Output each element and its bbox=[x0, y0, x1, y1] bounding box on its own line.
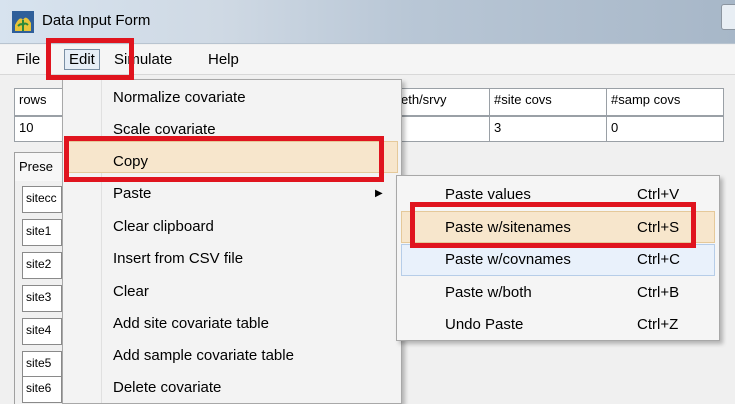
menu-item-paste-w-covnames[interactable]: Paste w/covnames Ctrl+C bbox=[397, 244, 719, 276]
samp-covs-value: 0 bbox=[611, 120, 619, 135]
depth-header-label: eth/srvy bbox=[401, 92, 447, 107]
menu-item-paste-w-both[interactable]: Paste w/both Ctrl+B bbox=[397, 277, 719, 309]
plant-icon bbox=[12, 11, 34, 33]
tab-present[interactable]: Prese bbox=[14, 152, 66, 182]
menu-item-clear-clipboard[interactable]: Clear clipboard bbox=[63, 211, 401, 243]
rows-header-label: rows bbox=[19, 92, 47, 107]
tab-present-label: Prese bbox=[19, 159, 53, 174]
menu-item-label: Paste w/covnames bbox=[445, 251, 571, 268]
menu-item-clear[interactable]: Clear bbox=[63, 276, 401, 308]
samp-covs-field[interactable]: 0 bbox=[606, 116, 724, 142]
annotation-box-paste-w-sitenames bbox=[410, 202, 696, 248]
menu-item-label: Undo Paste bbox=[445, 316, 524, 333]
menu-item-shortcut: Ctrl+B bbox=[637, 284, 680, 301]
menu-item-shortcut: Ctrl+C bbox=[637, 251, 680, 268]
row-label[interactable]: site2 bbox=[22, 252, 62, 279]
menu-item-paste[interactable]: Paste ▶ bbox=[63, 178, 401, 210]
site-covs-value: 3 bbox=[494, 120, 502, 135]
window-title: Data Input Form bbox=[42, 12, 151, 29]
edit-menu: Normalize covariate Scale covariate Copy… bbox=[62, 79, 402, 404]
depth-field[interactable] bbox=[396, 116, 490, 142]
depth-header: eth/srvy bbox=[396, 88, 490, 116]
menu-item-paste-label: Paste bbox=[113, 185, 152, 202]
row-label[interactable]: site4 bbox=[22, 318, 62, 345]
site-covs-field[interactable]: 3 bbox=[489, 116, 607, 142]
menu-item-label: Paste w/both bbox=[445, 284, 532, 301]
samp-covs-header: #samp covs bbox=[606, 88, 724, 116]
annotation-box-edit bbox=[46, 38, 134, 80]
row-label-text: site1 bbox=[26, 224, 52, 238]
menu-item-normalize-covariate[interactable]: Normalize covariate bbox=[63, 82, 401, 114]
site-covs-header-label: #site covs bbox=[494, 92, 552, 107]
row-label-text: sitecc bbox=[26, 191, 57, 205]
row-label[interactable]: site1 bbox=[22, 219, 62, 246]
menu-item-delete-covariate[interactable]: Delete covariate bbox=[63, 372, 401, 404]
menu-item-add-site-covariate-table[interactable]: Add site covariate table bbox=[63, 308, 401, 340]
row-label-text: site5 bbox=[26, 356, 52, 370]
menu-item-undo-paste[interactable]: Undo Paste Ctrl+Z bbox=[397, 309, 719, 341]
menu-help[interactable]: Help bbox=[208, 51, 239, 68]
row-label-text: site6 bbox=[26, 381, 52, 395]
site-covs-header: #site covs bbox=[489, 88, 607, 116]
menu-item-shortcut: Ctrl+Z bbox=[637, 316, 679, 333]
menu-item-insert-csv[interactable]: Insert from CSV file bbox=[63, 243, 401, 275]
row-label[interactable]: site6 bbox=[22, 376, 62, 403]
arrow-right-icon: ▶ bbox=[375, 188, 383, 199]
row-label-text: site2 bbox=[26, 257, 52, 271]
row-label[interactable]: site3 bbox=[22, 285, 62, 312]
rows-value: 10 bbox=[19, 120, 34, 135]
row-label[interactable]: sitecc bbox=[22, 186, 62, 213]
row-label[interactable]: site5 bbox=[22, 351, 62, 378]
row-label-text: site3 bbox=[26, 290, 52, 304]
menu-file[interactable]: File bbox=[16, 51, 40, 68]
window-control[interactable] bbox=[721, 4, 735, 30]
paste-submenu: Paste values Ctrl+V Paste w/sitenames Ct… bbox=[396, 175, 720, 341]
samp-covs-header-label: #samp covs bbox=[611, 92, 681, 107]
menu-item-add-sample-covariate-table[interactable]: Add sample covariate table bbox=[63, 340, 401, 372]
row-label-text: site4 bbox=[26, 323, 52, 337]
annotation-box-copy bbox=[64, 136, 384, 182]
